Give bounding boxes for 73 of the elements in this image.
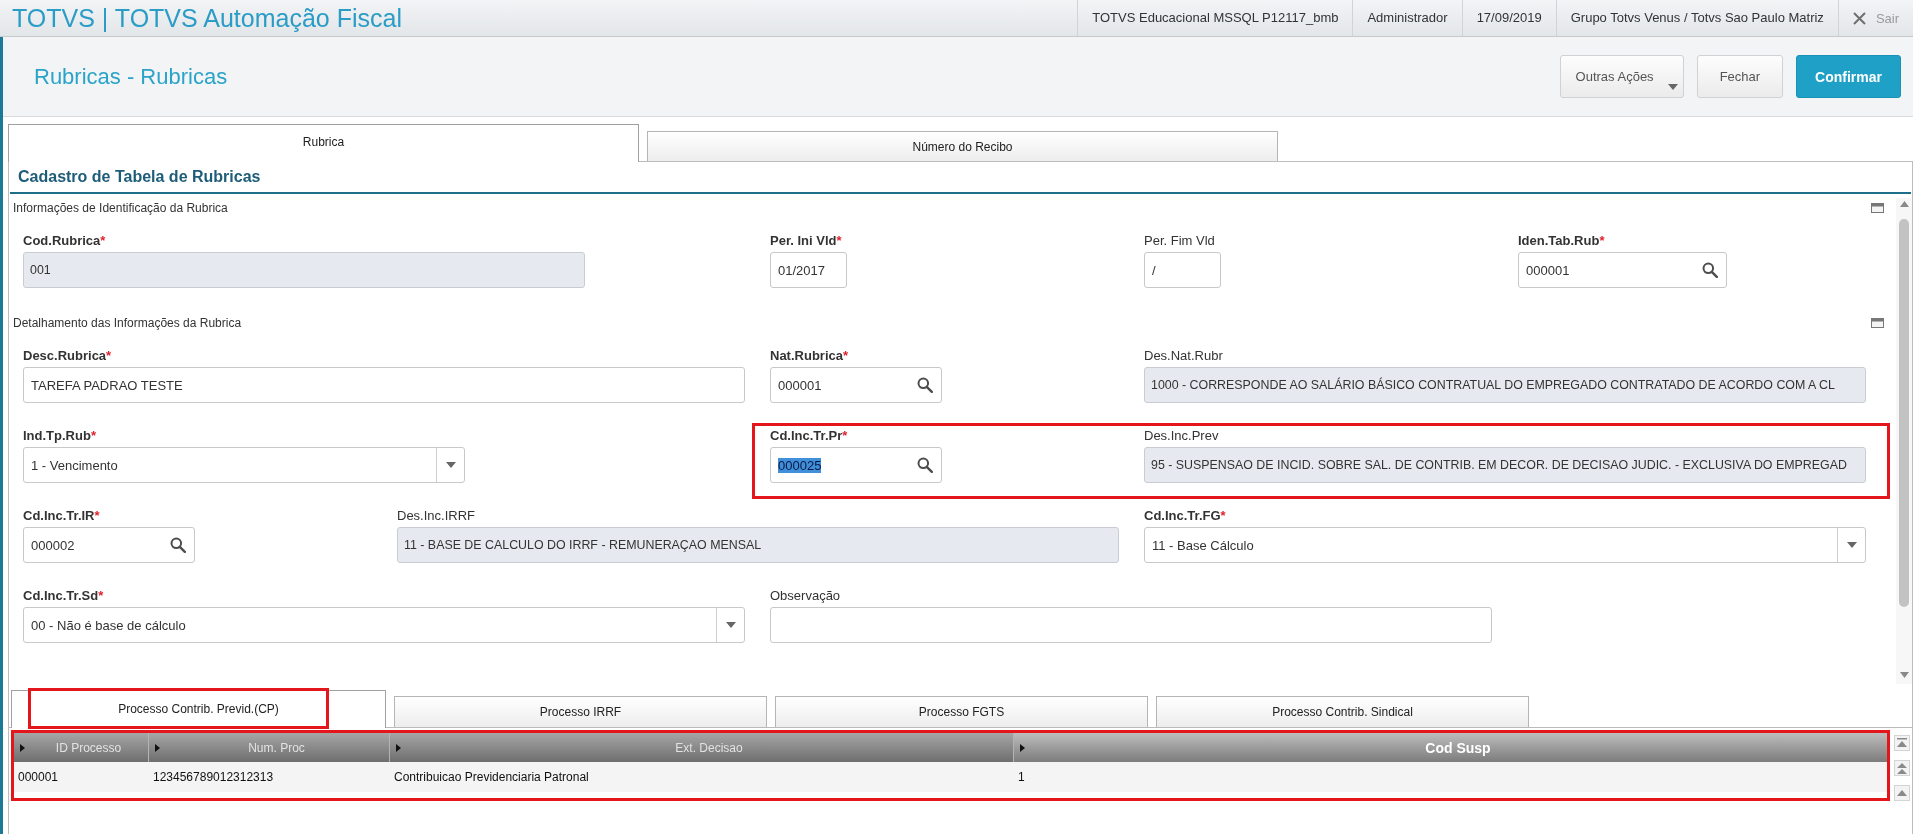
tab[interactable]: Rubrica	[8, 124, 639, 162]
section-title: Detalhamento das Informações da Rubrica	[13, 316, 242, 330]
triangle-right-icon[interactable]	[155, 743, 160, 752]
form-title: Cadastro de Tabela de Rubricas	[18, 168, 261, 186]
caret-down-icon	[1846, 542, 1857, 548]
search-icon[interactable]	[917, 377, 933, 393]
field-label: Cd.Inc.Tr.Pr*	[770, 428, 848, 443]
session-info: Grupo Totvs Venus / Totvs Sao Paulo Matriz	[1555, 0, 1838, 36]
text-field[interactable]	[770, 607, 1492, 643]
triangle-right-icon[interactable]	[1020, 743, 1025, 752]
lookup-field[interactable]: 000025	[770, 447, 942, 483]
field-label: Nat.Rubrica*	[770, 348, 849, 363]
readonly-field: 1000 - CORRESPONDE AO SALÁRIO BÁSICO CONTRATUAL DO EMPREGADO CONTRATADO DE ACORDO COM A CL	[1144, 367, 1866, 403]
dropdown-field[interactable]: 11 - Base Cálculo	[1144, 527, 1866, 563]
caret-down-icon	[1667, 83, 1678, 90]
field-label: Cd.Inc.Tr.IR*	[23, 508, 100, 523]
close-icon	[1852, 11, 1866, 25]
dropdown-field[interactable]: 00 - Não é base de cálculo	[23, 607, 745, 643]
lookup-field[interactable]: 000002	[23, 527, 195, 563]
search-icon[interactable]	[917, 457, 933, 473]
triangle-down-icon[interactable]	[1899, 672, 1909, 678]
caret-down-icon	[445, 462, 456, 468]
field-label: Per. Fim Vld	[1144, 233, 1215, 248]
lookup-field[interactable]: 000001	[770, 367, 942, 403]
field-label: Per. Ini Vld*	[770, 233, 842, 248]
session-info: 17/09/2019	[1461, 0, 1556, 36]
field-label: Desc.Rubrica*	[23, 348, 112, 363]
field-label: Des.Inc.IRRF	[397, 508, 475, 523]
tab[interactable]: Processo Contrib. Sindical	[1156, 696, 1529, 727]
session-info: TOTVS Educacional MSSQL P12117_bmb	[1077, 0, 1353, 36]
page-title: Rubricas - Rubricas	[34, 63, 228, 90]
table-cell: 123456789012312313	[149, 762, 390, 792]
panel-icon[interactable]	[1871, 318, 1884, 328]
table-cell: 000001	[14, 762, 149, 792]
text-field[interactable]: TAREFA PADRAO TESTE	[23, 367, 745, 403]
caret-down-icon	[725, 622, 736, 628]
tab[interactable]: Processo Contrib. Previd.(CP)	[11, 690, 386, 728]
triangle-up-icon[interactable]	[1899, 201, 1909, 207]
scroll-to-top-icon[interactable]	[1894, 735, 1910, 751]
readonly-field: 11 - BASE DE CALCULO DO IRRF - REMUNERAÇAO MENSAL	[397, 527, 1119, 563]
tab[interactable]: Processo FGTS	[775, 696, 1148, 727]
dropdown-field[interactable]: 1 - Vencimento	[23, 447, 465, 483]
search-icon[interactable]	[170, 537, 186, 553]
app-title: TOTVS | TOTVS Automação Fiscal	[11, 3, 402, 33]
text-field[interactable]: /	[1144, 252, 1221, 288]
text-field[interactable]: 01/2017	[770, 252, 847, 288]
session-info: Administrador	[1352, 0, 1462, 36]
tab[interactable]: Número do Recibo	[647, 131, 1278, 161]
scroll-thumb[interactable]	[1899, 219, 1909, 607]
readonly-field: 95 - SUSPENSAO DE INCID. SOBRE SAL. DE CONTRIB. EM DECOR. DE DECISAO JUDIC. - EXCLUSIVA DO EMPREGAD	[1144, 447, 1866, 483]
field-label: Cod.Rubrica*	[23, 233, 106, 248]
triangle-up-icon[interactable]	[1894, 785, 1910, 801]
field-label: Cd.Inc.Tr.FG*	[1144, 508, 1226, 523]
field-label: Ind.Tp.Rub*	[23, 428, 96, 443]
triangle-right-icon[interactable]	[20, 743, 25, 752]
table-cell: 1	[1014, 762, 1887, 792]
double-triangle-up-icon[interactable]	[1894, 760, 1910, 776]
field-label: Des.Nat.Rubr	[1144, 348, 1223, 363]
field-label: Observação	[770, 588, 841, 603]
table-cell: Contribuicao Previdenciaria Patronal	[390, 762, 1014, 792]
panel-icon[interactable]	[1871, 203, 1884, 213]
menu-button[interactable]: Outras Ações	[1559, 55, 1684, 98]
search-icon[interactable]	[1702, 262, 1718, 278]
section-title: Informações de Identificação da Rubrica	[13, 201, 228, 215]
tab[interactable]: Processo IRRF	[394, 696, 767, 727]
scrollbar[interactable]	[1896, 198, 1912, 684]
triangle-right-icon[interactable]	[396, 743, 401, 752]
field-label: Cd.Inc.Tr.Sd*	[23, 588, 104, 603]
readonly-field: 001	[23, 252, 585, 288]
field-label: Iden.Tab.Rub*	[1518, 233, 1605, 248]
secondary-button[interactable]: Fechar	[1696, 55, 1784, 98]
field-label: Des.Inc.Prev	[1144, 428, 1219, 443]
lookup-field[interactable]: 000001	[1518, 252, 1727, 288]
